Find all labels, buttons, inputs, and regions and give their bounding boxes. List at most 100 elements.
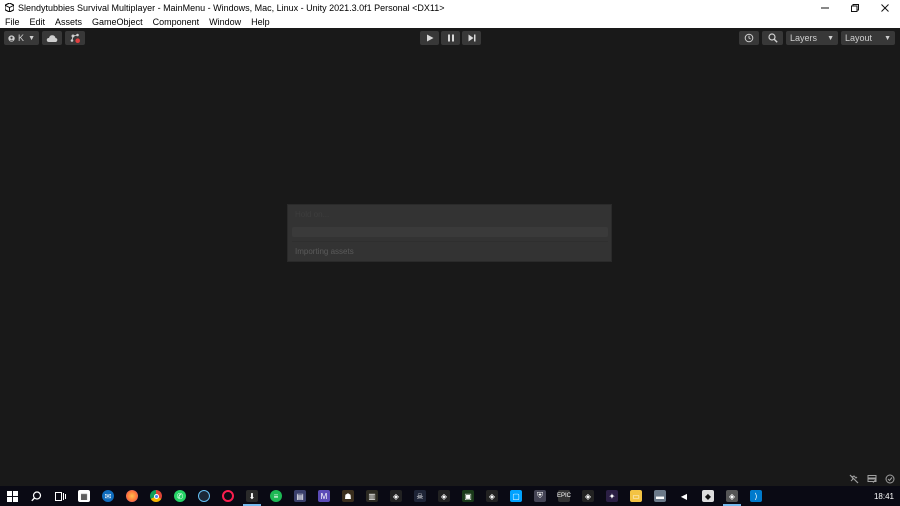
window-titlebar: Slendytubbies Survival Multiplayer - Mai… [0,0,900,15]
minimize-icon [821,7,829,8]
taskbar-app-game-1[interactable]: ☗ [336,486,360,506]
collab-button[interactable] [65,31,85,45]
cloud-icon [46,34,58,42]
search-button[interactable] [762,31,783,45]
spotify-icon: ≡ [270,490,282,502]
window-title: Slendytubbies Survival Multiplayer - Mai… [18,2,445,13]
game-app-icon: ☠ [414,490,426,502]
taskbar-app-firefox[interactable] [120,486,144,506]
menu-file[interactable]: File [5,17,20,27]
chevron-down-icon: ▼ [827,34,834,42]
pause-button[interactable] [441,31,460,45]
game-app-icon: ☗ [342,490,354,502]
pause-icon [447,34,454,42]
taskbar-app-unity-2[interactable]: ◈ [432,486,456,506]
taskbar-app-roblox-studio[interactable]: ▢ [504,486,528,506]
menu-gameobject[interactable]: GameObject [92,17,143,27]
account-label: K [18,33,25,43]
taskbar-app-volume[interactable]: ◀ [672,486,696,506]
taskbar-app-teams[interactable]: ▦ [72,486,96,506]
taskbar-app-outlook[interactable]: ✉ [96,486,120,506]
windows-logo-icon [6,490,18,502]
restore-button[interactable] [840,0,870,15]
layers-dropdown[interactable]: Layers ▼ [786,31,838,45]
progress-check-icon[interactable] [883,472,897,486]
play-button[interactable] [420,31,439,45]
windows-start-button[interactable] [0,486,24,506]
menu-bar: File Edit Assets GameObject Component Wi… [0,15,900,28]
taskbar-app-unity-3[interactable]: ◈ [480,486,504,506]
taskbar-app-game-4[interactable]: ▣ [456,486,480,506]
firefox-icon [126,490,138,502]
taskbar-app-whatsapp[interactable]: ✆ [168,486,192,506]
taskbar-app-shield[interactable]: ⛨ [528,486,552,506]
taskbar-clock[interactable]: 18:41 [874,492,900,501]
account-icon [8,34,15,42]
taskbar-app-game-3[interactable]: ☠ [408,486,432,506]
close-icon [881,3,889,12]
task-view-button[interactable] [48,486,72,506]
steam-icon [198,490,210,502]
step-button[interactable] [462,31,481,45]
unity-app-icon: ◈ [486,490,498,502]
task-view-icon [54,491,66,501]
play-icon [426,34,433,42]
step-icon [468,34,475,42]
menu-help[interactable]: Help [251,17,270,27]
media-app-icon: M [318,490,330,502]
taskbar-app-monitor[interactable]: ▬ [648,486,672,506]
taskbar-app-unity-editor[interactable]: ◈ [720,486,744,506]
taskbar-search-button[interactable] [24,486,48,506]
unity-app-icon: ◈ [582,490,594,502]
shield-icon: ⛨ [534,490,546,502]
epic-launcher-icon: EPIC [557,490,571,502]
taskbar-app-steam[interactable] [192,486,216,506]
taskbar-app-unity-hub[interactable]: ▤ [288,486,312,506]
dialog-title: Hold on... [295,210,330,219]
outlook-icon: ✉ [102,490,114,502]
taskbar-app-star[interactable]: ✦ [600,486,624,506]
menu-edit[interactable]: Edit [30,17,46,27]
dialog-divider [292,241,608,242]
chevron-down-icon: ▼ [884,34,891,42]
opera-gx-icon [222,490,234,502]
unity-editor-icon: ◈ [726,490,738,502]
restore-icon [851,3,859,12]
close-button[interactable] [870,0,900,15]
debug-mode-icon[interactable] [847,472,861,486]
teams-icon: ▦ [78,490,90,502]
taskbar-app-epic-launcher[interactable]: EPIC [552,486,576,506]
taskbar-app-vscode[interactable]: ⟩ [744,486,768,506]
undo-history-button[interactable] [739,31,759,45]
editor-toolbar: K ▼ Layers ▼ Layout ▼ [0,28,900,48]
progress-bar [292,227,608,237]
layout-dropdown[interactable]: Layout ▼ [841,31,895,45]
cloud-button[interactable] [42,31,62,45]
unity-logo-icon [4,3,14,13]
game-app-icon: ▣ [462,490,474,502]
taskbar-app-unity-1[interactable]: ◈ [384,486,408,506]
taskbar-app-chrome[interactable] [144,486,168,506]
vscode-icon: ⟩ [750,490,762,502]
menu-component[interactable]: Component [153,17,200,27]
taskbar-app-spotify[interactable]: ≡ [264,486,288,506]
chrome-icon [150,490,162,502]
windows-taskbar: ▦ ✉ ✆ ⬇ ≡ ▤ M ☗ ▥ ◈ ☠ ◈ ▣ ◈ ▢ ⛨ EPIC ◈ ✦… [0,486,900,506]
speaker-icon: ◀ [680,491,688,501]
taskbar-app-media[interactable]: M [312,486,336,506]
cache-server-icon[interactable] [865,472,879,486]
taskbar-app-roblox[interactable]: ◆ [696,486,720,506]
epic-games-icon: ⬇ [246,490,258,502]
taskbar-app-epic-games[interactable]: ⬇ [240,486,264,506]
account-dropdown[interactable]: K ▼ [4,31,39,45]
minimize-button[interactable] [810,0,840,15]
taskbar-app-unity-4[interactable]: ◈ [576,486,600,506]
search-icon [30,490,41,501]
menu-assets[interactable]: Assets [55,17,82,27]
status-bar [843,472,900,486]
taskbar-app-file-explorer[interactable]: ▭ [624,486,648,506]
menu-window[interactable]: Window [209,17,241,27]
taskbar-app-game-2[interactable]: ▥ [360,486,384,506]
whatsapp-icon: ✆ [174,490,186,502]
taskbar-app-opera-gx[interactable] [216,486,240,506]
